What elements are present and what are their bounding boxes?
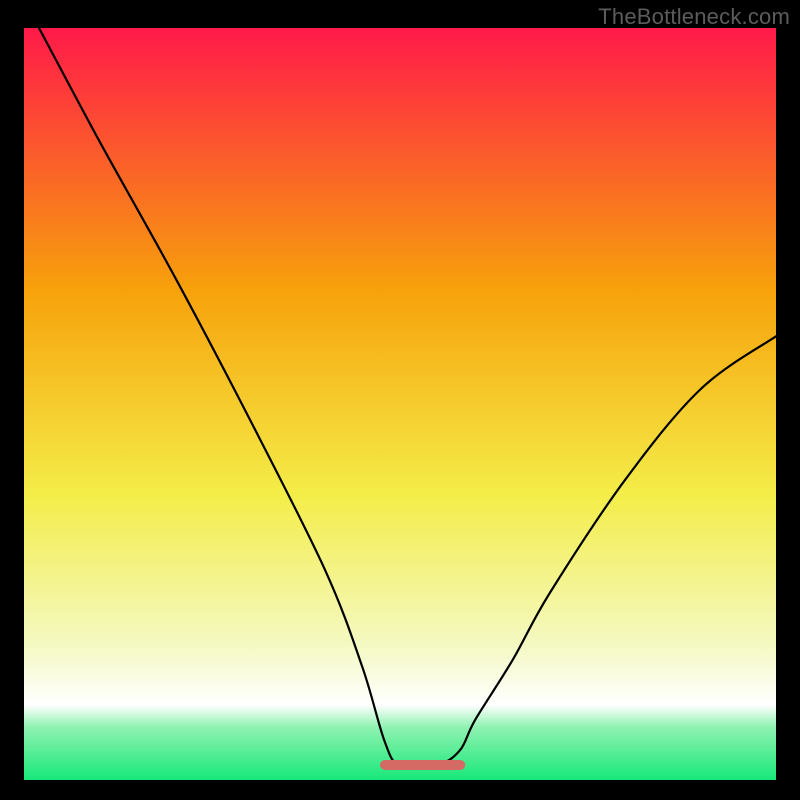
chart-plot-area [24,28,776,780]
watermark-text: TheBottleneck.com [598,4,790,30]
chart-background-gradient [24,28,776,780]
chart-stage: TheBottleneck.com [0,0,800,800]
chart-svg [24,28,776,780]
